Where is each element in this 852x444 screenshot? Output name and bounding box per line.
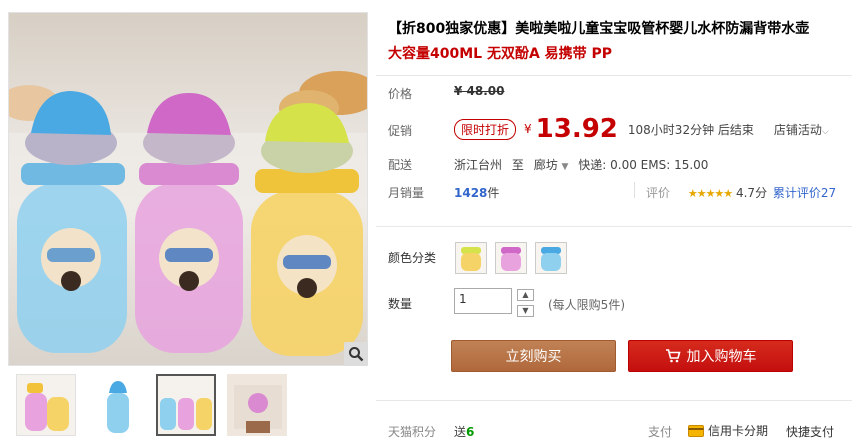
countdown-text: 108小时32分钟 后结束 [627, 122, 754, 137]
points-value: 6 [466, 425, 475, 439]
swatch-image [501, 247, 521, 271]
sales-count: 1428 [454, 186, 488, 200]
color-label: 颜色分类 [388, 251, 437, 265]
shipping-origin: 浙江台州 [454, 158, 503, 172]
zoom-button[interactable] [344, 342, 368, 366]
shipping-label: 配送 [388, 158, 413, 172]
swatch-pink[interactable] [495, 242, 527, 274]
promo-label: 促销 [388, 124, 413, 138]
thumbnail-1[interactable] [16, 374, 76, 436]
thumbnail-4[interactable] [227, 374, 287, 436]
quick-pay-option[interactable]: 快捷支付 [786, 423, 834, 440]
thumbnail-image [107, 381, 129, 433]
product-title: 【折800独家优惠】美啦美啦儿童宝宝吸管杯婴儿水杯防漏背带水壶 大容量400ML… [388, 17, 850, 67]
installment-option[interactable]: 信用卡分期 [688, 422, 768, 439]
quantity-increase-button[interactable]: ▲ [517, 289, 534, 301]
swatch-blue[interactable] [535, 242, 567, 274]
product-bottles-illustration [9, 71, 367, 356]
quantity-input[interactable]: 1 [454, 288, 512, 314]
rating-score: 4.7分 [735, 186, 768, 200]
quantity-label: 数量 [388, 297, 413, 311]
title-line-1: 【折800独家优惠】美啦美啦儿童宝宝吸管杯婴儿水杯防漏背带水壶 [388, 21, 810, 37]
divider-vertical [634, 182, 635, 198]
shop-activity-link[interactable]: 店铺活动⌵ [774, 121, 829, 138]
add-to-cart-label: 加入购物车 [686, 349, 757, 365]
swatch-image [461, 247, 481, 271]
cart-icon [665, 349, 681, 363]
thumbnail-image [160, 398, 212, 430]
buy-now-label: 立刻购买 [505, 349, 562, 365]
shipping-row: 浙江台州 至 廊坊 ▼ 快递: 0.00 EMS: 15.00 [454, 156, 708, 173]
purchase-limit: (每人限购5件) [548, 298, 625, 312]
dropdown-arrow-icon: ▼ [561, 162, 569, 172]
swatch-image [541, 247, 561, 271]
original-price: ¥ 48.00 [454, 84, 505, 98]
tmall-points: 送6 [454, 423, 474, 440]
zoom-icon [349, 347, 364, 362]
divider [376, 75, 852, 76]
shipping-fees: 快递: 0.00 EMS: 15.00 [578, 158, 709, 172]
divider [376, 400, 852, 401]
add-to-cart-button[interactable]: 加入购物车 [628, 340, 793, 372]
swatch-yellow[interactable] [455, 242, 487, 274]
rating-stars: ★★★★★ [687, 187, 733, 200]
rating-label: 评价 [646, 186, 671, 200]
thumbnail-image [234, 385, 282, 433]
main-product-image[interactable] [8, 12, 368, 366]
destination-city: 廊坊 [533, 158, 558, 172]
caret-up-icon: ▲ [522, 290, 529, 299]
discount-tag: 限时打折 [454, 118, 517, 140]
chevron-down-icon: ⌵ [821, 126, 829, 137]
rating-row: 评价 ★★★★★ 4.7分 累计评价27 [646, 184, 836, 201]
quantity-decrease-button[interactable]: ▼ [517, 305, 534, 317]
title-line-2: 大容量400ML 无双酚A 易携带 PP [388, 46, 613, 62]
payment-label: 支付 [648, 425, 673, 439]
shop-activity-label: 店铺活动 [773, 122, 822, 137]
caret-down-icon: ▼ [522, 306, 529, 315]
monthly-sales-label: 月销量 [388, 186, 425, 200]
currency-symbol: ¥ [524, 122, 532, 136]
tmall-points-label: 天猫积分 [388, 425, 437, 439]
thumbnail-2[interactable] [86, 374, 146, 436]
thumbnail-3-selected[interactable] [156, 374, 216, 436]
thumbnail-image [25, 383, 69, 431]
cumulative-reviews-link[interactable]: 累计评价27 [773, 186, 836, 200]
promo-price: 13.92 [535, 114, 618, 144]
destination-selector[interactable]: 廊坊 ▼ [534, 158, 569, 172]
divider [376, 226, 852, 227]
sales-unit: 件 [487, 186, 500, 200]
monthly-sales: 1428件 [454, 184, 499, 201]
points-prefix: 送 [454, 425, 467, 439]
price-label: 价格 [388, 87, 413, 101]
credit-card-icon [688, 424, 704, 437]
buy-now-button[interactable]: 立刻购买 [451, 340, 616, 372]
promo-row: 限时打折 ¥ 13.92 108小时32分钟 后结束 店铺活动⌵ [454, 114, 829, 144]
shipping-to-word: 至 [511, 158, 524, 172]
installment-label: 信用卡分期 [708, 424, 769, 438]
